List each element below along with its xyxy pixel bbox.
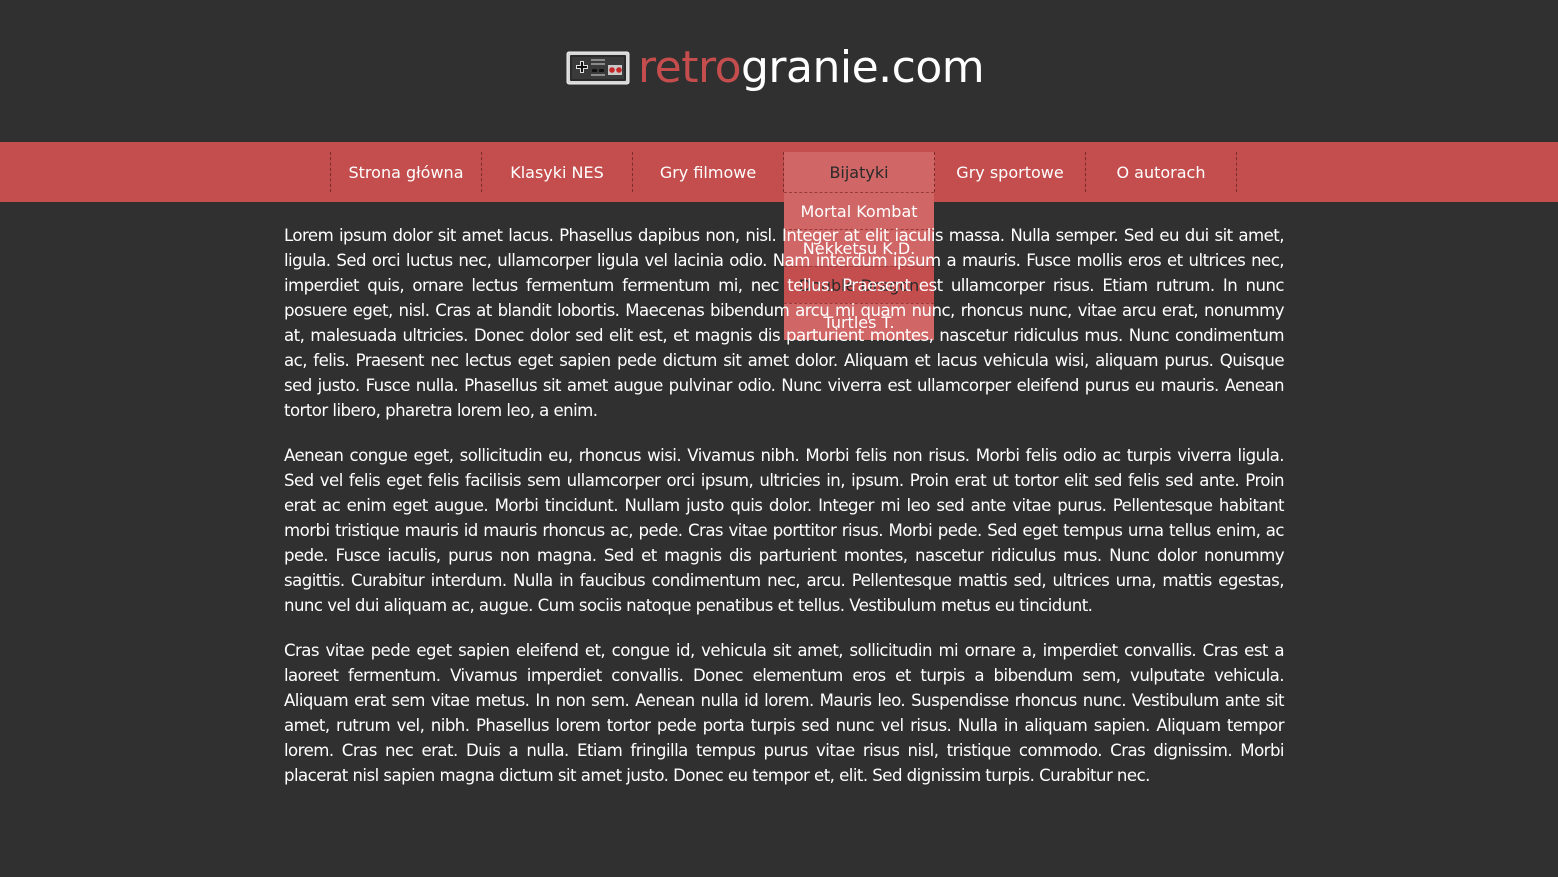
main-nav: Strona główna Klasyki NES Gry filmowe Bi… <box>0 142 1558 340</box>
site-title-accent: retro <box>638 42 742 93</box>
content-paragraph: Lorem ipsum dolor sit amet lacus. Phasel… <box>284 226 1285 420</box>
nav-item-bijatyki[interactable]: Bijatyki Mortal Kombat Nekketsu K.D. Dou… <box>784 152 935 340</box>
nav-item-o-autorach[interactable]: O autorach <box>1086 152 1237 192</box>
nav-item-gry-sportowe[interactable]: Gry sportowe <box>935 152 1086 192</box>
nav-item-bijatyki-label: Bijatyki <box>829 162 889 182</box>
content-paragraph: Cras vitae pede eget sapien eleifend et,… <box>284 641 1285 785</box>
site-title-rest: granie.com <box>741 42 985 93</box>
site-logo[interactable]: retrogranie.com <box>566 40 985 96</box>
nav-item-gry-filmowe[interactable]: Gry filmowe <box>633 152 784 192</box>
content-paragraph: Aenean congue eget, sollicitudin eu, rho… <box>284 446 1285 615</box>
nav-list: Strona główna Klasyki NES Gry filmowe Bi… <box>330 152 1237 340</box>
nes-controller-icon <box>566 51 630 85</box>
nav-item-strona-glowna[interactable]: Strona główna <box>331 152 482 192</box>
nav-item-klasyki-nes[interactable]: Klasyki NES <box>482 152 633 192</box>
main-content: Lorem ipsum dolor sit amet lacus. Phasel… <box>284 223 1285 808</box>
site-header: retrogranie.com <box>0 0 1558 142</box>
site-title: retrogranie.com <box>638 40 985 96</box>
